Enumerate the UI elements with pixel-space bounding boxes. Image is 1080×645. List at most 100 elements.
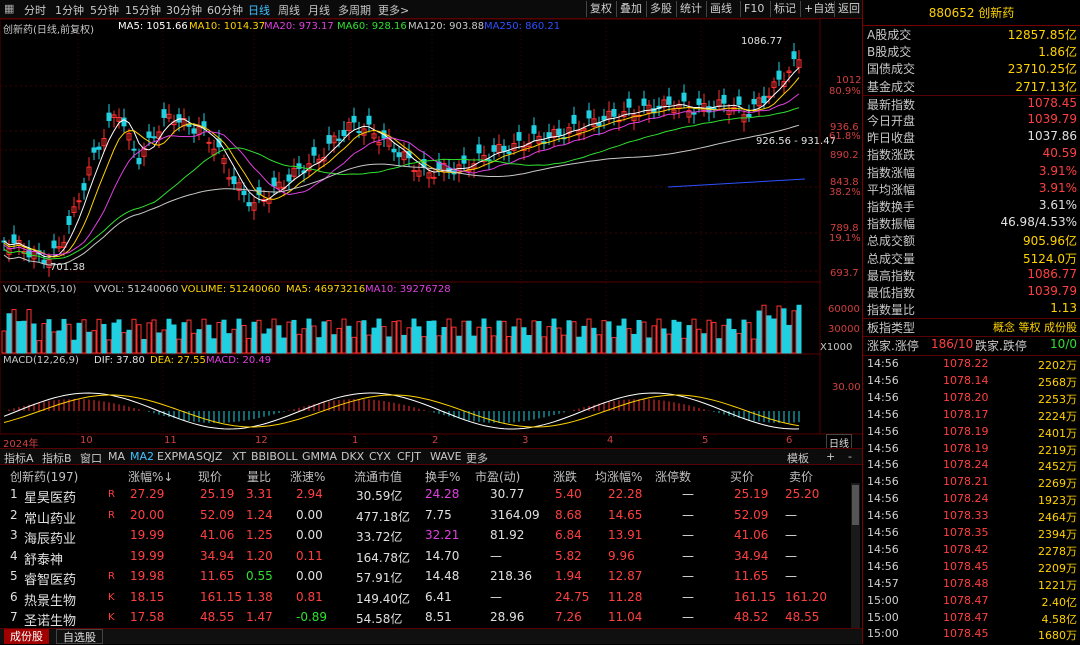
table-row[interactable]: 1 星昊医药 R 27.29 25.19 3.31 2.94 30.59亿 24.28 30.77… [0,485,850,506]
f10-button[interactable]: F10 [740,1,767,17]
col-header-name[interactable]: 创新药(197) [10,468,78,485]
table-scrollbar[interactable] [851,483,860,628]
col-header-pct[interactable]: 涨幅%↓ [128,468,173,485]
col-header-turn[interactable]: 换手% [425,468,460,485]
volume-bar [796,304,802,354]
col-header-chg[interactable]: 涨跌 [553,468,577,485]
table-row[interactable]: 5 睿智医药 R 19.98 11.65 0.55 0.00 57.91亿 14.48 218.3… [0,567,850,588]
table-row[interactable]: 6 热景生物 K 18.15 161.15 1.38 0.81 149.40亿 6.41 — 24.… [0,588,850,609]
grid-icon[interactable]: ▦ [4,2,14,15]
table-row[interactable]: 4 舒泰神 19.99 34.94 1.20 0.11 164.78亿 14.70 — 5.82 9… [0,547,850,568]
period-30min[interactable]: 30分钟 [166,2,202,18]
table-row[interactable]: 3 海辰药业 19.99 41.06 1.25 0.00 33.72亿 32.21 81.92 6… [0,526,850,547]
tab-xt[interactable]: XT [232,450,246,463]
table-row[interactable]: 7 圣诺生物 K 17.58 48.55 1.47 -0.89 54.58亿 8.51 28.96… [0,608,850,629]
quote-value: 1086.77 [1027,266,1077,281]
volume-bar [466,320,472,354]
mark-button[interactable]: 标记 [770,1,799,17]
col-header-avg[interactable]: 均涨幅% [595,468,642,485]
col-header-buy[interactable]: 买价 [730,468,754,485]
tab-cfjt[interactable]: CFJT [397,450,421,463]
quote-row: 指数振幅 46.98/4.53% [863,215,1080,232]
tab-window[interactable]: 窗口 [80,450,102,466]
col-header-speed[interactable]: 涨速% [290,468,325,485]
tab-indicator-a[interactable]: 指标A [4,450,34,466]
tab-cyx[interactable]: CYX [369,450,391,463]
tab-watchlist[interactable]: 自选股 [56,629,103,644]
tab-dkx[interactable]: DKX [341,450,364,463]
period-monthly[interactable]: 月线 [308,2,330,18]
col-header-zt[interactable]: 涨停数 [655,468,691,485]
candle-body [51,240,57,249]
remove-window-button[interactable]: - [848,450,852,463]
cell-pct: 18.15 [130,589,165,604]
volume-bar [151,319,157,354]
overlay-button[interactable]: 叠加 [616,1,645,17]
period-5min[interactable]: 5分钟 [90,2,119,18]
volume-bar [136,324,142,354]
quote-value: 1078.45 [1027,95,1077,110]
volume-bar [586,318,592,354]
period-weekly[interactable]: 周线 [278,2,300,18]
adjust-button[interactable]: 复权 [586,1,615,17]
tick-row: 14:56 1078.42 2278万 [863,543,1080,561]
cell-buy: 34.94 [734,548,769,563]
volume-bar [576,336,582,354]
draw-button[interactable]: 画线 [706,1,735,17]
period-intraday[interactable]: 分时 [24,2,46,18]
tab-gmma[interactable]: GMMA [302,450,337,463]
add-window-button[interactable]: + [826,450,835,463]
col-header-sell[interactable]: 卖价 [789,468,813,485]
tab-sqjz[interactable]: SQJZ [196,450,222,463]
template-button[interactable]: 模板 [787,450,809,466]
cell-lb: 1.38 [246,589,273,604]
tab-indicator-b[interactable]: 指标B [42,450,72,466]
stats-button[interactable]: 统计 [676,1,705,17]
tab-ma2[interactable]: MA2 [130,450,154,463]
candle-body [161,109,167,118]
candle-body [431,176,437,179]
col-header-cap[interactable]: 流通市值 [354,468,402,485]
chart-area[interactable]: 创新药(日线,前复权) MA5: 1051.66 MA10: 1014.37 M… [0,19,862,453]
period-60min[interactable]: 60分钟 [207,2,243,18]
back-button[interactable]: 返回 [834,1,863,17]
tick-row: 14:56 1078.19 2219万 [863,442,1080,460]
volume-bar [496,320,502,354]
period-daily[interactable]: 日线 [248,2,270,18]
tab-more[interactable]: 更多 [466,450,488,466]
candle-body [106,112,112,122]
volume-bar [596,334,602,354]
tab-expma[interactable]: EXPMA [157,450,195,463]
tab-bbiboll[interactable]: BBIBOLL [251,450,298,463]
kline-canvas[interactable] [0,19,862,453]
table-row[interactable]: 2 常山药业 R 20.00 52.09 1.24 0.00 477.18亿 7.75 3164.… [0,506,850,527]
cell-turn: 14.48 [425,569,460,583]
tab-ma[interactable]: MA [108,450,125,463]
multi-stock-button[interactable]: 多股 [646,1,675,17]
volume-bar [186,319,192,354]
volume-bar [216,321,222,354]
volume-bar [251,321,257,354]
y-tick-pct: 19.1% [829,233,861,244]
period-more[interactable]: 更多> [378,2,409,18]
cell-price: 11.65 [200,569,235,583]
cell-name: 常山药业 [24,511,77,527]
col-header-pe[interactable]: 市盈(动) [475,468,520,485]
volume-bar [281,337,287,354]
volume-bar [56,330,62,354]
period-1min[interactable]: 1分钟 [55,2,84,18]
tick-row: 14:56 1078.21 2269万 [863,475,1080,493]
period-15min[interactable]: 15分钟 [125,2,161,18]
volume-bar [101,323,107,354]
cell-idx: 3 [10,528,18,542]
volume-bar [671,319,677,354]
tab-wave[interactable]: WAVE [430,450,462,463]
volume-bar [721,324,727,354]
col-header-lb[interactable]: 量比 [247,468,271,485]
tab-components[interactable]: 成份股 [4,629,49,644]
cell-lb: 3.31 [246,487,273,501]
col-header-price[interactable]: 现价 [198,468,222,485]
add-favorite-button[interactable]: +自选 [800,1,838,17]
period-multi[interactable]: 多周期 [338,2,371,18]
volume-bar [201,318,207,354]
